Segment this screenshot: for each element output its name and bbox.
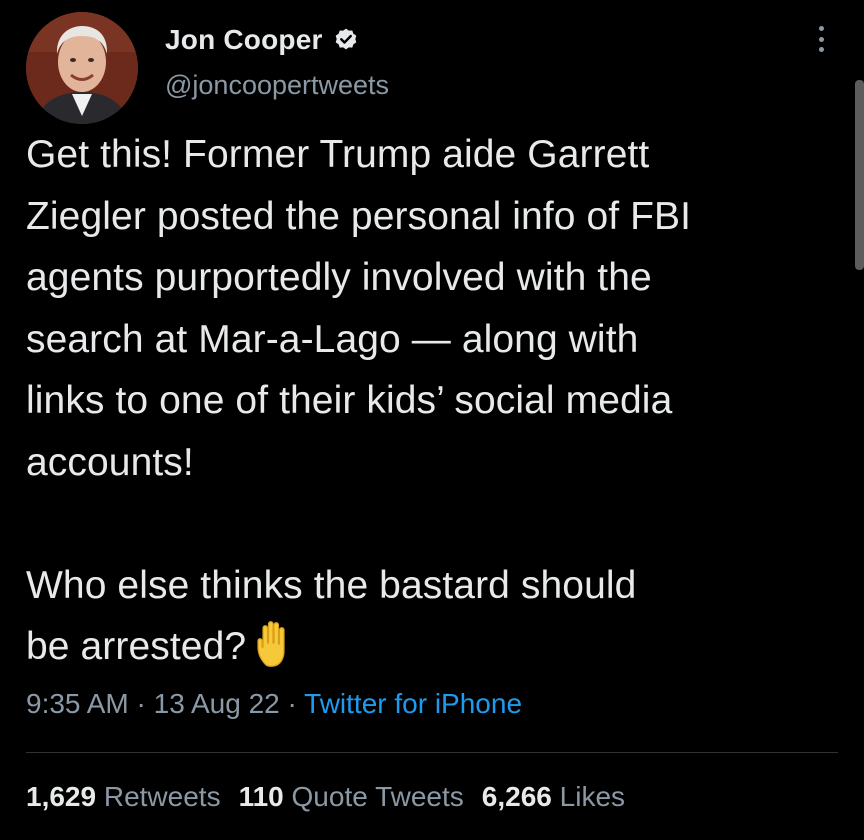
- likes-stat[interactable]: 6,266 Likes: [482, 781, 625, 812]
- likes-label: Likes: [559, 781, 626, 812]
- divider: [26, 752, 838, 753]
- tweet-date[interactable]: 13 Aug 22: [154, 688, 280, 719]
- scrollbar-thumb[interactable]: [855, 80, 864, 270]
- tweet-source-link[interactable]: Twitter for iPhone: [304, 688, 522, 719]
- meta-separator: ·: [128, 688, 154, 719]
- quote-tweets-label: Quote Tweets: [291, 781, 464, 812]
- author-handle[interactable]: @joncoopertweets: [165, 70, 389, 101]
- tweet-line: Get this! Former Trump aide Garrett: [26, 133, 650, 176]
- tweet-line: Ziegler posted the personal info of FBI: [26, 194, 692, 238]
- author-display-name[interactable]: Jon Cooper: [165, 24, 323, 56]
- retweets-stat[interactable]: 1,629 Retweets: [26, 781, 221, 812]
- more-options-icon[interactable]: [808, 22, 834, 56]
- author-avatar[interactable]: [26, 12, 138, 124]
- quote-tweets-count: 110: [238, 781, 284, 812]
- tweet-line: Who else thinks the bastard should: [26, 563, 637, 607]
- tweet-line: accounts!: [26, 440, 194, 484]
- tweet-time[interactable]: 9:35 AM: [26, 688, 129, 719]
- quote-tweets-stat[interactable]: 110 Quote Tweets: [239, 781, 464, 812]
- author-name-row[interactable]: Jon Cooper: [165, 20, 359, 60]
- likes-count: 6,266: [481, 781, 552, 812]
- tweet-line: be arrested?: [26, 625, 247, 668]
- tweet-line: links to one of their kids’ social media: [26, 379, 673, 422]
- retweets-label: Retweets: [103, 781, 221, 812]
- raised-hand-emoji-icon: [252, 619, 300, 669]
- more-dot: [818, 36, 824, 42]
- retweets-count: 1,629: [26, 781, 97, 812]
- more-dot: [818, 26, 824, 31]
- verified-badge-icon: [333, 27, 359, 53]
- tweet-line: agents purportedly involved with the: [26, 256, 652, 299]
- tweet-line: search at Mar-a-Lago — along with: [26, 317, 639, 361]
- avatar-portrait: [26, 12, 138, 124]
- engagement-stats: 1,629 Retweets 110 Quote Tweets 6,266 Like…: [26, 781, 643, 813]
- tweet-metadata: 9:35 AM · 13 Aug 22 · Twitter for iPhone: [26, 688, 522, 720]
- tweet-body: Get this! Former Trump aide Garrett Zieg…: [26, 124, 841, 678]
- more-dot: [818, 47, 824, 52]
- meta-separator: ·: [279, 688, 305, 719]
